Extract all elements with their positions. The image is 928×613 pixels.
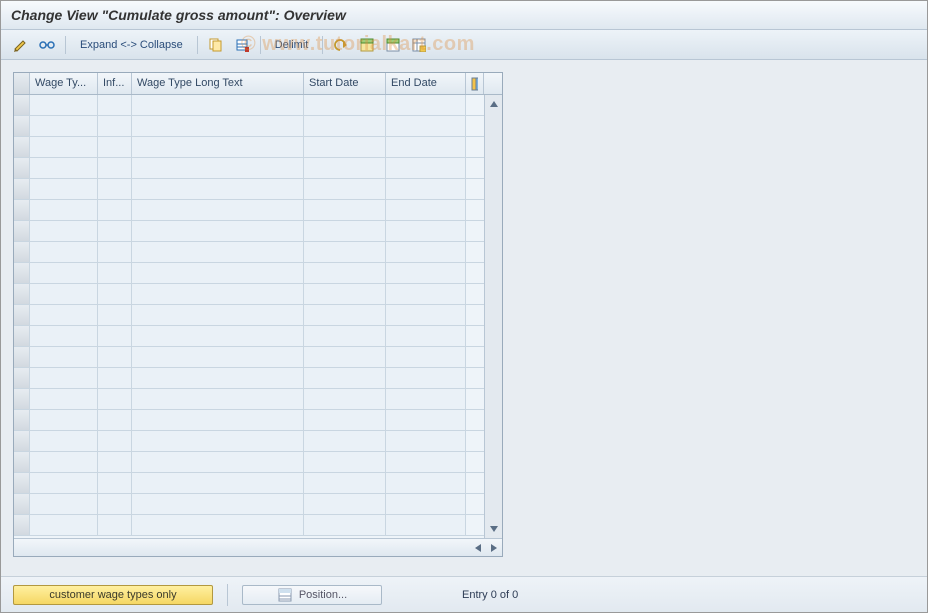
scroll-right-button[interactable] xyxy=(486,541,502,555)
data-grid: Wage Ty... Inf... Wage Type Long Text St… xyxy=(13,72,503,557)
table-row[interactable] xyxy=(14,305,484,326)
table-row[interactable] xyxy=(14,410,484,431)
columns-icon xyxy=(471,77,478,91)
toolbar-separator xyxy=(322,36,323,54)
bottom-bar: customer wage types only Position... Ent… xyxy=(1,576,927,612)
table-row[interactable] xyxy=(14,494,484,515)
deselect-all-icon xyxy=(385,37,401,53)
table-row[interactable] xyxy=(14,95,484,116)
table-row[interactable] xyxy=(14,137,484,158)
table-row[interactable] xyxy=(14,179,484,200)
scroll-down-button[interactable] xyxy=(487,522,501,536)
table-row[interactable] xyxy=(14,326,484,347)
deselect-all-button[interactable] xyxy=(383,35,403,55)
scroll-up-button[interactable] xyxy=(487,97,501,111)
table-row[interactable] xyxy=(14,473,484,494)
col-wage-type[interactable]: Wage Ty... xyxy=(30,73,98,94)
table-row[interactable] xyxy=(14,158,484,179)
horizontal-scrollbar[interactable] xyxy=(14,538,502,556)
other-view-button[interactable] xyxy=(11,35,31,55)
toolbar-separator xyxy=(197,36,198,54)
customer-wage-types-button[interactable]: customer wage types only xyxy=(13,585,213,605)
scroll-left-button[interactable] xyxy=(470,541,486,555)
col-infotype[interactable]: Inf... xyxy=(98,73,132,94)
table-row[interactable] xyxy=(14,389,484,410)
position-label: Position... xyxy=(299,589,347,601)
table-settings-button[interactable] xyxy=(409,35,429,55)
table-row[interactable] xyxy=(14,116,484,137)
table-row[interactable] xyxy=(14,284,484,305)
titlebar: Change View "Cumulate gross amount": Ove… xyxy=(1,1,927,30)
find-button[interactable] xyxy=(37,35,57,55)
select-all-button[interactable] xyxy=(357,35,377,55)
position-button[interactable]: Position... xyxy=(242,585,382,605)
configure-columns-button[interactable] xyxy=(466,73,484,94)
col-start-date[interactable]: Start Date xyxy=(304,73,386,94)
expand-collapse-button[interactable]: Expand <-> Collapse xyxy=(74,39,189,51)
customer-wage-types-label: customer wage types only xyxy=(49,589,176,601)
col-end-date[interactable]: End Date xyxy=(386,73,466,94)
vertical-scrollbar[interactable] xyxy=(484,95,502,538)
table-body xyxy=(14,95,502,538)
table-row[interactable] xyxy=(14,431,484,452)
table-config-icon xyxy=(411,37,427,53)
page-title: Change View "Cumulate gross amount": Ove… xyxy=(11,7,346,23)
delete-button[interactable] xyxy=(232,35,252,55)
entry-status: Entry 0 of 0 xyxy=(462,589,518,601)
glasses-icon xyxy=(39,37,55,53)
table-row[interactable] xyxy=(14,452,484,473)
undo-button[interactable] xyxy=(331,35,351,55)
copy-button[interactable] xyxy=(206,35,226,55)
table-row[interactable] xyxy=(14,242,484,263)
undo-icon xyxy=(333,37,349,53)
select-all-icon xyxy=(359,37,375,53)
col-wage-type-long-text[interactable]: Wage Type Long Text xyxy=(132,73,304,94)
col-select-all[interactable] xyxy=(14,73,30,94)
toolbar-separator xyxy=(65,36,66,54)
table-row[interactable] xyxy=(14,200,484,221)
table-row[interactable] xyxy=(14,515,484,536)
table-row[interactable] xyxy=(14,263,484,284)
pencil-tool-icon xyxy=(13,37,29,53)
table-row[interactable] xyxy=(14,368,484,389)
copy-icon xyxy=(208,37,224,53)
delete-row-icon xyxy=(234,37,250,53)
table-header: Wage Ty... Inf... Wage Type Long Text St… xyxy=(14,73,502,95)
table-rows xyxy=(14,95,484,538)
table-row[interactable] xyxy=(14,347,484,368)
table-row[interactable] xyxy=(14,221,484,242)
toolbar: Expand <-> Collapse Delimit xyxy=(1,30,927,60)
position-icon xyxy=(277,587,293,603)
delimit-button[interactable]: Delimit xyxy=(269,39,315,51)
bottom-separator xyxy=(227,584,228,606)
toolbar-separator xyxy=(260,36,261,54)
